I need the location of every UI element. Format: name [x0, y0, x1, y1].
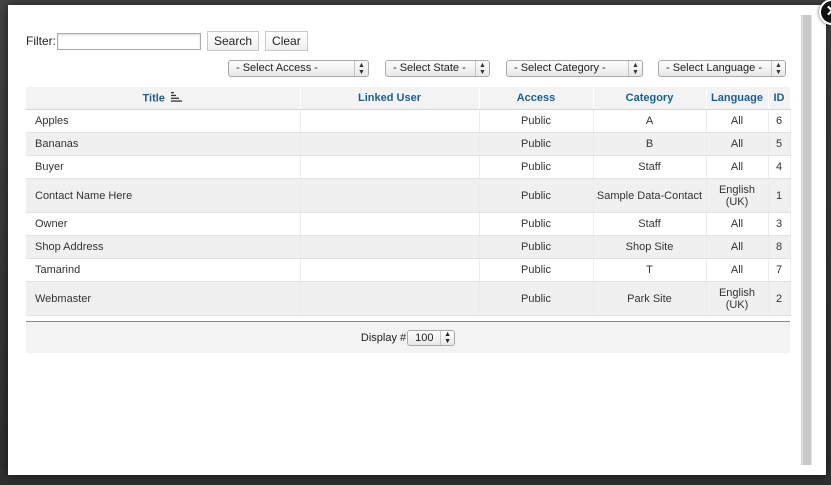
row-language: All	[706, 109, 769, 133]
row-linked-user	[300, 132, 480, 156]
up-down-arrows-icon: ▲ ▼	[475, 61, 489, 76]
table-row: Webmaster Public Park Site English (UK) …	[26, 281, 791, 316]
select-language[interactable]: - Select Language - ▲ ▼	[658, 60, 786, 77]
row-linked-user	[300, 212, 480, 236]
column-header-title-label: Title	[142, 91, 165, 104]
row-access: Public	[479, 132, 594, 156]
select-access-label: - Select Access -	[236, 62, 318, 74]
row-linked-user	[300, 109, 480, 133]
row-title-link[interactable]: Shop Address	[26, 235, 301, 259]
display-limit-select[interactable]: 100 ▲ ▼	[407, 329, 456, 346]
select-category[interactable]: - Select Category - ▲ ▼	[506, 60, 643, 77]
table-row: Apples Public A All 6	[26, 109, 791, 133]
row-id: 7	[768, 258, 791, 282]
row-category: Staff	[593, 212, 707, 236]
scrollbar-thumb[interactable]	[803, 15, 811, 465]
clear-button[interactable]: Clear	[265, 31, 308, 51]
row-language: All	[706, 258, 769, 282]
display-limit-value: 100	[415, 331, 434, 344]
row-title-link[interactable]: Webmaster	[26, 281, 301, 316]
row-access: Public	[479, 155, 594, 179]
row-language: All	[706, 212, 769, 236]
filter-bar: Filter: Search Clear	[26, 30, 314, 52]
row-language: English (UK)	[706, 178, 769, 213]
row-access: Public	[479, 258, 594, 282]
row-linked-user	[300, 258, 480, 282]
row-category: T	[593, 258, 707, 282]
select-language-label: - Select Language -	[666, 62, 763, 74]
row-access: Public	[479, 178, 594, 213]
vertical-scrollbar[interactable]	[801, 15, 812, 465]
select-state[interactable]: - Select State - ▲ ▼	[385, 60, 490, 77]
row-category: B	[593, 132, 707, 156]
row-id: 5	[768, 132, 791, 156]
table-row: Owner Public Staff All 3	[26, 212, 791, 236]
row-title-link[interactable]: Apples	[26, 109, 301, 133]
table-row: Shop Address Public Shop Site All 8	[26, 235, 791, 259]
row-id: 3	[768, 212, 791, 236]
row-id: 4	[768, 155, 791, 179]
row-language: All	[706, 235, 769, 259]
column-header-category[interactable]: Category	[593, 87, 707, 110]
row-access: Public	[479, 109, 594, 133]
row-access: Public	[479, 281, 594, 316]
row-title-link[interactable]: Owner	[26, 212, 301, 236]
row-language: All	[706, 155, 769, 179]
close-icon[interactable]: ✕	[819, 0, 831, 25]
row-linked-user	[300, 178, 480, 213]
row-linked-user	[300, 155, 480, 179]
table-row: Buyer Public Staff All 4	[26, 155, 791, 179]
up-down-arrows-icon: ▲ ▼	[628, 61, 642, 76]
modal-dialog: Filter: Search Clear - Select Access - ▲…	[8, 0, 831, 475]
row-language: All	[706, 132, 769, 156]
row-access: Public	[479, 212, 594, 236]
row-id: 1	[768, 178, 791, 213]
row-title-link[interactable]: Tamarind	[26, 258, 301, 282]
sort-ascending-icon	[170, 91, 183, 105]
table-row: Tamarind Public T All 7	[26, 258, 791, 282]
row-category: Shop Site	[593, 235, 707, 259]
filter-input[interactable]	[57, 32, 201, 50]
select-state-label: - Select State -	[393, 62, 466, 74]
row-id: 2	[768, 281, 791, 316]
table-header-row: Title Linked User Access Category Langua…	[26, 87, 791, 110]
row-category: A	[593, 109, 707, 133]
select-category-label: - Select Category -	[514, 62, 606, 74]
search-button[interactable]: Search	[207, 31, 260, 51]
row-category: Park Site	[593, 281, 707, 316]
table-row: Bananas Public B All 5	[26, 132, 791, 156]
contacts-table: Title Linked User Access Category Langua…	[26, 87, 791, 316]
up-down-arrows-icon: ▲ ▼	[440, 330, 454, 345]
row-title-link[interactable]: Contact Name Here	[26, 178, 301, 213]
up-down-arrows-icon: ▲ ▼	[771, 61, 785, 76]
row-title-link[interactable]: Bananas	[26, 132, 301, 156]
row-language: English (UK)	[706, 281, 769, 316]
column-header-access[interactable]: Access	[479, 87, 594, 110]
row-id: 8	[768, 235, 791, 259]
up-down-arrows-icon: ▲ ▼	[354, 61, 368, 76]
column-header-id[interactable]: ID	[768, 87, 791, 110]
filter-label: Filter:	[26, 34, 56, 48]
column-header-title[interactable]: Title	[26, 87, 301, 110]
row-category: Staff	[593, 155, 707, 179]
display-limit-label: Display #	[360, 331, 407, 344]
select-access[interactable]: - Select Access - ▲ ▼	[228, 60, 369, 77]
row-title-link[interactable]: Buyer	[26, 155, 301, 179]
pagination-footer: Display # 100 ▲ ▼	[26, 321, 790, 353]
table-row: Contact Name Here Public Sample Data-Con…	[26, 178, 791, 213]
column-header-language[interactable]: Language	[706, 87, 769, 110]
row-id: 6	[768, 109, 791, 133]
row-linked-user	[300, 235, 480, 259]
row-linked-user	[300, 281, 480, 316]
column-header-linked-user[interactable]: Linked User	[300, 87, 480, 110]
row-category: Sample Data-Contact	[593, 178, 707, 213]
row-access: Public	[479, 235, 594, 259]
